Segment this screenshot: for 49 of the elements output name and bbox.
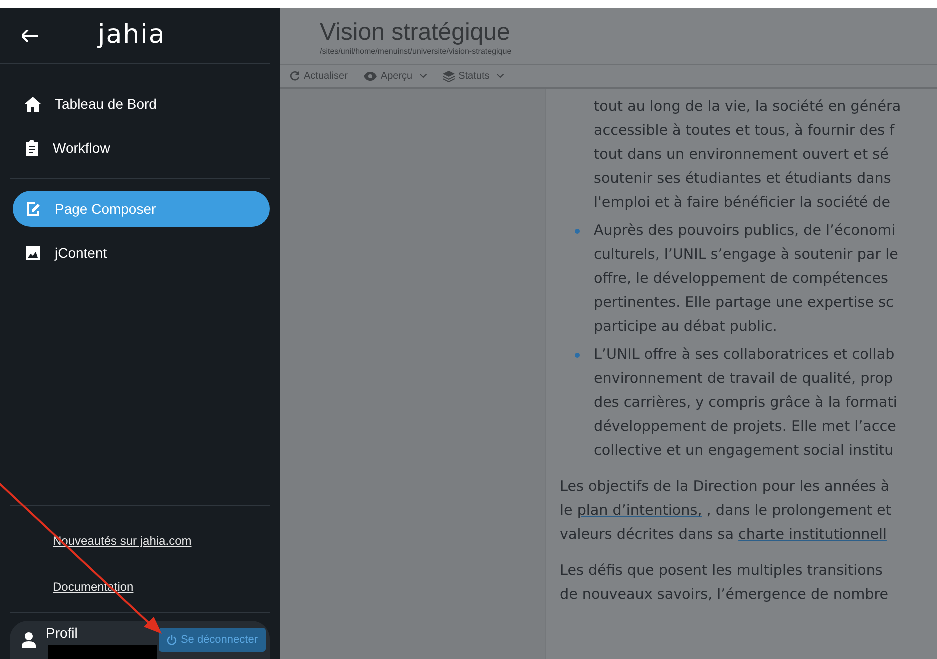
text-line: tout au long de la vie, la société en généra (594, 98, 902, 118)
home-icon (25, 96, 41, 112)
text-fragment: valeurs décrites dans sa (560, 527, 735, 544)
text-line: soutenir ses étudiantes et étudiants dans (594, 170, 892, 190)
toolbar-button[interactable]: Statuts (442, 68, 504, 84)
toolbar-button[interactable]: Aperçu (364, 68, 427, 84)
logo: jahia (98, 19, 166, 52)
text-fragment: le (560, 503, 574, 520)
text-line: accessible à toutes et tous, à fournir des f (594, 122, 895, 142)
text-line: collective et un engagement social institu (594, 442, 894, 462)
text-fragment: , dans le prolongement et (706, 503, 892, 520)
page-path: /sites/unil/home/menuinst/universite/vision-strategique (320, 46, 513, 58)
inline-link[interactable]: charte institutionnell (738, 527, 887, 544)
bullet-dot (574, 229, 580, 234)
text-line: environnement de travail de qualité, prop (594, 370, 894, 390)
eye-icon (364, 72, 377, 81)
text-line: participe au débat public. (594, 318, 778, 338)
nav-item[interactable]: Workflow (13, 130, 270, 166)
clipboard-icon (25, 140, 39, 156)
caret-icon (496, 74, 504, 78)
refresh-icon (290, 71, 300, 82)
text-line: L’UNIL offre à ses collaboratrices et collab (594, 346, 895, 366)
text-line: l'emploi et à faire bénéficier la société de (594, 194, 891, 214)
text-line: développement de projets. Elle met l’acce (594, 418, 896, 438)
caret-icon (420, 74, 427, 78)
image-icon (25, 245, 41, 261)
text-line: pertinentes. Elle partage une expertise sc (594, 294, 894, 314)
profile-label[interactable]: Profil (46, 621, 78, 644)
nav-item[interactable]: Tableau de Bord (13, 86, 270, 122)
toolbar-button[interactable]: Actualiser (290, 68, 348, 84)
page-title: Vision stratégique (320, 20, 512, 46)
nav-item[interactable]: jContent (13, 235, 270, 271)
text-line: Auprès des pouvoirs publics, de l’économi (594, 222, 896, 242)
user-icon (22, 632, 36, 648)
back-arrow-icon[interactable] (22, 30, 38, 42)
text-line: culturels, l’UNIL s’engage à soutenir par le (594, 246, 898, 266)
logout-button[interactable]: Se déconnecter (158, 628, 266, 652)
edit-page-icon (25, 201, 41, 217)
text-line: Les défis que posent les multiples transitions (560, 562, 883, 582)
bullet-dot (574, 353, 580, 358)
power-icon (166, 635, 177, 645)
text-line: Les objectifs de la Direction pour les années à (560, 478, 890, 498)
nav-item[interactable]: Page Composer (13, 191, 270, 227)
text-line: des carrières, y compris grâce à la formati (594, 394, 898, 414)
text-line: tout dans un environnement ouvert et sé (594, 146, 889, 166)
layers-icon (442, 70, 455, 82)
inline-link[interactable]: plan d’intentions, (577, 503, 702, 520)
text-line: de nouveaux savoirs, l’émergence de nombre (560, 586, 889, 606)
text-line: offre, le développement de compétences (594, 270, 888, 290)
